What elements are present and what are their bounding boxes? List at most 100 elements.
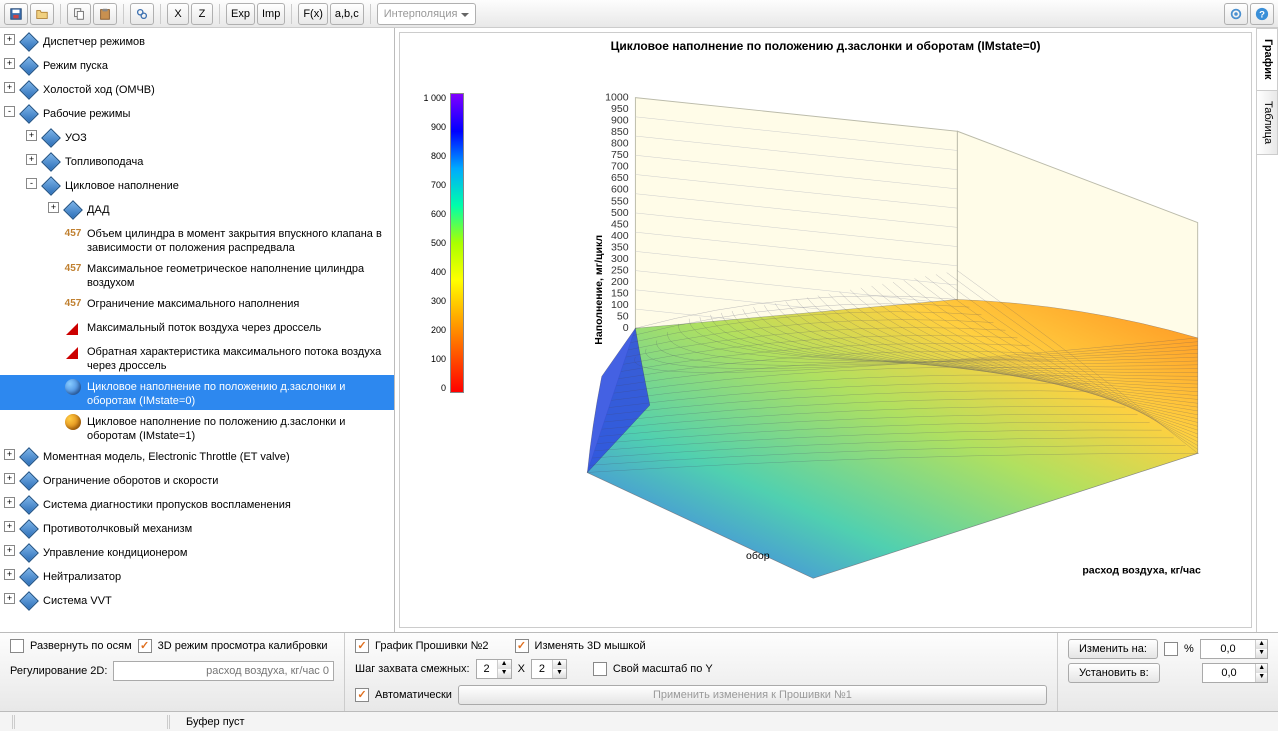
abc-button[interactable]: a,b,c	[330, 3, 364, 25]
expand-icon[interactable]: +	[4, 82, 15, 93]
change-value-spin[interactable]: ▲▼	[1200, 639, 1268, 659]
apply-button[interactable]: Применить изменения к Прошивки №1	[458, 685, 1047, 705]
tree-item[interactable]: Максимальный поток воздуха через дроссел…	[0, 316, 394, 340]
folder-icon	[19, 591, 39, 611]
svg-text:?: ?	[1259, 9, 1265, 20]
tree-item-label: УОЗ	[65, 128, 390, 145]
x-button[interactable]: X	[167, 3, 189, 25]
tree-item[interactable]: +Противотолчковый механизм	[0, 517, 394, 541]
tree-item[interactable]: + УОЗ	[0, 126, 394, 150]
tree-item[interactable]: +ДАД	[0, 198, 394, 222]
svg-text:550: 550	[611, 195, 629, 207]
folder-icon	[19, 495, 39, 515]
imp-button[interactable]: Imp	[257, 3, 285, 25]
tree-item[interactable]: +Управление кондиционером	[0, 541, 394, 565]
step1-spin[interactable]: ▲▼	[476, 659, 512, 679]
tree-item[interactable]: 457Ограничение максимального наполнения	[0, 292, 394, 316]
tab-chart[interactable]: График	[1257, 28, 1278, 91]
exp-button[interactable]: Exp	[226, 3, 255, 25]
expand-icon[interactable]: +	[4, 593, 15, 604]
svg-text:750: 750	[611, 149, 629, 161]
own-scale-check[interactable]	[593, 662, 607, 676]
tree-item[interactable]: -Цикловое наполнение	[0, 174, 394, 198]
tree-item[interactable]: +Ограничение оборотов и скорости	[0, 469, 394, 493]
folder-icon	[19, 104, 39, 124]
x-separator: X	[518, 663, 525, 675]
z-button[interactable]: Z	[191, 3, 213, 25]
svg-text:900: 900	[611, 115, 629, 127]
tree-item-label: Ограничение максимального наполнения	[87, 294, 390, 311]
colorbar-tick: 100	[416, 354, 446, 364]
fx-button[interactable]: F(x)	[298, 3, 328, 25]
expand-icon[interactable]: +	[4, 497, 15, 508]
auto-check[interactable]	[355, 688, 369, 702]
reg2d-input[interactable]	[113, 661, 334, 681]
folder-icon	[19, 80, 39, 100]
settings-button[interactable]	[1224, 3, 1248, 25]
save-button[interactable]	[4, 3, 28, 25]
tree-item[interactable]: +Режим пуска	[0, 54, 394, 78]
set-to-button[interactable]: Установить в:	[1068, 663, 1160, 683]
expand-icon[interactable]: +	[4, 545, 15, 556]
surface-3d[interactable]: 0501001502002503003504004505005506006507…	[530, 88, 1231, 607]
tree-item-label: Топливоподача	[65, 152, 390, 169]
curve-icon	[63, 318, 83, 338]
tree-item-label: Максимальное геометрическое наполнение ц…	[87, 259, 390, 290]
expand-icon[interactable]: +	[4, 34, 15, 45]
svg-text:400: 400	[611, 230, 629, 242]
open-button[interactable]	[30, 3, 54, 25]
mouse3d-check[interactable]	[515, 639, 529, 653]
set-value-spin[interactable]: ▲▼	[1202, 663, 1268, 683]
no-expand	[48, 226, 59, 237]
svg-text:200: 200	[611, 276, 629, 288]
tree-item[interactable]: +Система диагностики пропусков воспламен…	[0, 493, 394, 517]
find-button[interactable]	[130, 3, 154, 25]
firmware2-check[interactable]	[355, 639, 369, 653]
view3d-check[interactable]	[138, 639, 152, 653]
tree-item[interactable]: + Топливоподача	[0, 150, 394, 174]
percent-check[interactable]	[1164, 642, 1178, 656]
change-to-button[interactable]: Изменить на:	[1068, 639, 1158, 659]
tree-item[interactable]: Обратная характеристика максимального по…	[0, 340, 394, 375]
expand-icon[interactable]: +	[4, 449, 15, 460]
tree-item[interactable]: +Моментная модель, Electronic Throttle (…	[0, 445, 394, 469]
expand-icon[interactable]: +	[4, 58, 15, 69]
tree-item[interactable]: 457Максимальное геометрическое наполнени…	[0, 257, 394, 292]
capture-step-label: Шаг захвата смежных:	[355, 663, 470, 675]
tree-item[interactable]: +Холостой ход (ОМЧВ)	[0, 78, 394, 102]
view3d-label: 3D режим просмотра калибровки	[158, 640, 328, 652]
expand-icon[interactable]: +	[26, 154, 37, 165]
svg-text:450: 450	[611, 218, 629, 230]
folder-icon	[41, 152, 61, 172]
expand-icon[interactable]: +	[4, 569, 15, 580]
tree-item[interactable]: +Диспетчер режимов	[0, 30, 394, 54]
step2-spin[interactable]: ▲▼	[531, 659, 567, 679]
mouse3d-label: Изменять 3D мышкой	[535, 640, 646, 652]
calibration-tree[interactable]: +Диспетчер режимов+Режим пуска+Холостой …	[0, 28, 395, 632]
tree-item[interactable]: +Система VVT	[0, 589, 394, 613]
folder-icon	[63, 200, 83, 220]
tab-table[interactable]: Таблица	[1257, 90, 1278, 155]
expand-icon[interactable]: +	[26, 130, 37, 141]
copy-button[interactable]	[67, 3, 91, 25]
expand-icon[interactable]: +	[48, 202, 59, 213]
chart-area[interactable]: Цикловое наполнение по положению д.засло…	[399, 32, 1252, 628]
collapse-icon[interactable]: -	[4, 106, 15, 117]
tree-item[interactable]: +Нейтрализатор	[0, 565, 394, 589]
expand-axes-check[interactable]	[10, 639, 24, 653]
tree-item[interactable]: Цикловое наполнение по положению д.засло…	[0, 410, 394, 445]
chart-title: Цикловое наполнение по положению д.засло…	[400, 33, 1251, 59]
expand-icon[interactable]: +	[4, 521, 15, 532]
tree-item[interactable]: Цикловое наполнение по положению д.засло…	[0, 375, 394, 410]
expand-icon[interactable]: +	[4, 473, 15, 484]
colorbar-tick: 0	[416, 383, 446, 393]
percent-label: %	[1184, 643, 1194, 655]
interpolation-combo[interactable]: Интерполяция	[377, 3, 477, 25]
help-button[interactable]: ?	[1250, 3, 1274, 25]
colorbar-tick: 300	[416, 296, 446, 306]
collapse-icon[interactable]: -	[26, 178, 37, 189]
tree-item[interactable]: -Рабочие режимы	[0, 102, 394, 126]
z-axis-label: Наполнение, мг/цикл	[593, 235, 605, 345]
paste-button[interactable]	[93, 3, 117, 25]
tree-item[interactable]: 457Объем цилиндра в момент закрытия впус…	[0, 222, 394, 257]
